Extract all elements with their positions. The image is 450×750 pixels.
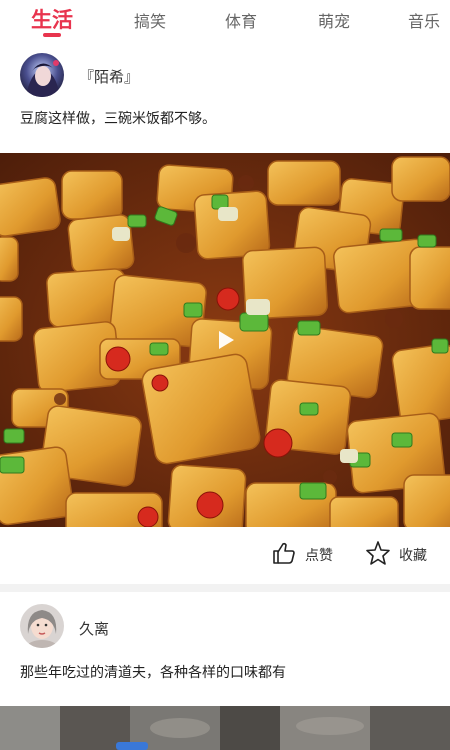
favorite-button[interactable]: 收藏 [365,540,427,570]
author-avatar[interactable] [20,604,64,648]
like-label: 点赞 [305,548,333,564]
tab-pets[interactable]: 萌宠 [318,8,350,32]
star-icon [365,540,391,570]
tab-life[interactable]: 生活 [31,4,73,34]
like-button[interactable]: 点赞 [271,540,333,570]
favorite-label: 收藏 [399,548,427,564]
author-name[interactable]: 『陌希』 [79,66,139,87]
post-caption[interactable]: 豆腐这样做，三碗米饭都不够。 [20,108,216,128]
active-tab-indicator [43,33,61,37]
thumbs-up-icon [271,540,297,570]
category-tab-bar: 生活 搞笑 体育 萌宠 音乐 [0,0,450,40]
play-icon[interactable] [219,331,234,349]
video-thumbnail[interactable] [0,153,450,527]
post-image[interactable] [0,706,450,750]
author-avatar[interactable] [20,53,64,97]
post-caption[interactable]: 那些年吃过的清道夫，各种各样的口味都有 [20,662,286,682]
tab-music[interactable]: 音乐 [408,8,440,32]
post-card: 久离 那些年吃过的清道夫，各种各样的口味都有 [0,592,450,750]
post-card: 『陌希』 豆腐这样做，三碗米饭都不够。 点赞 收藏 [0,40,450,584]
tab-funny[interactable]: 搞笑 [134,8,166,32]
tab-sports[interactable]: 体育 [225,8,257,32]
author-name[interactable]: 久离 [79,618,109,639]
